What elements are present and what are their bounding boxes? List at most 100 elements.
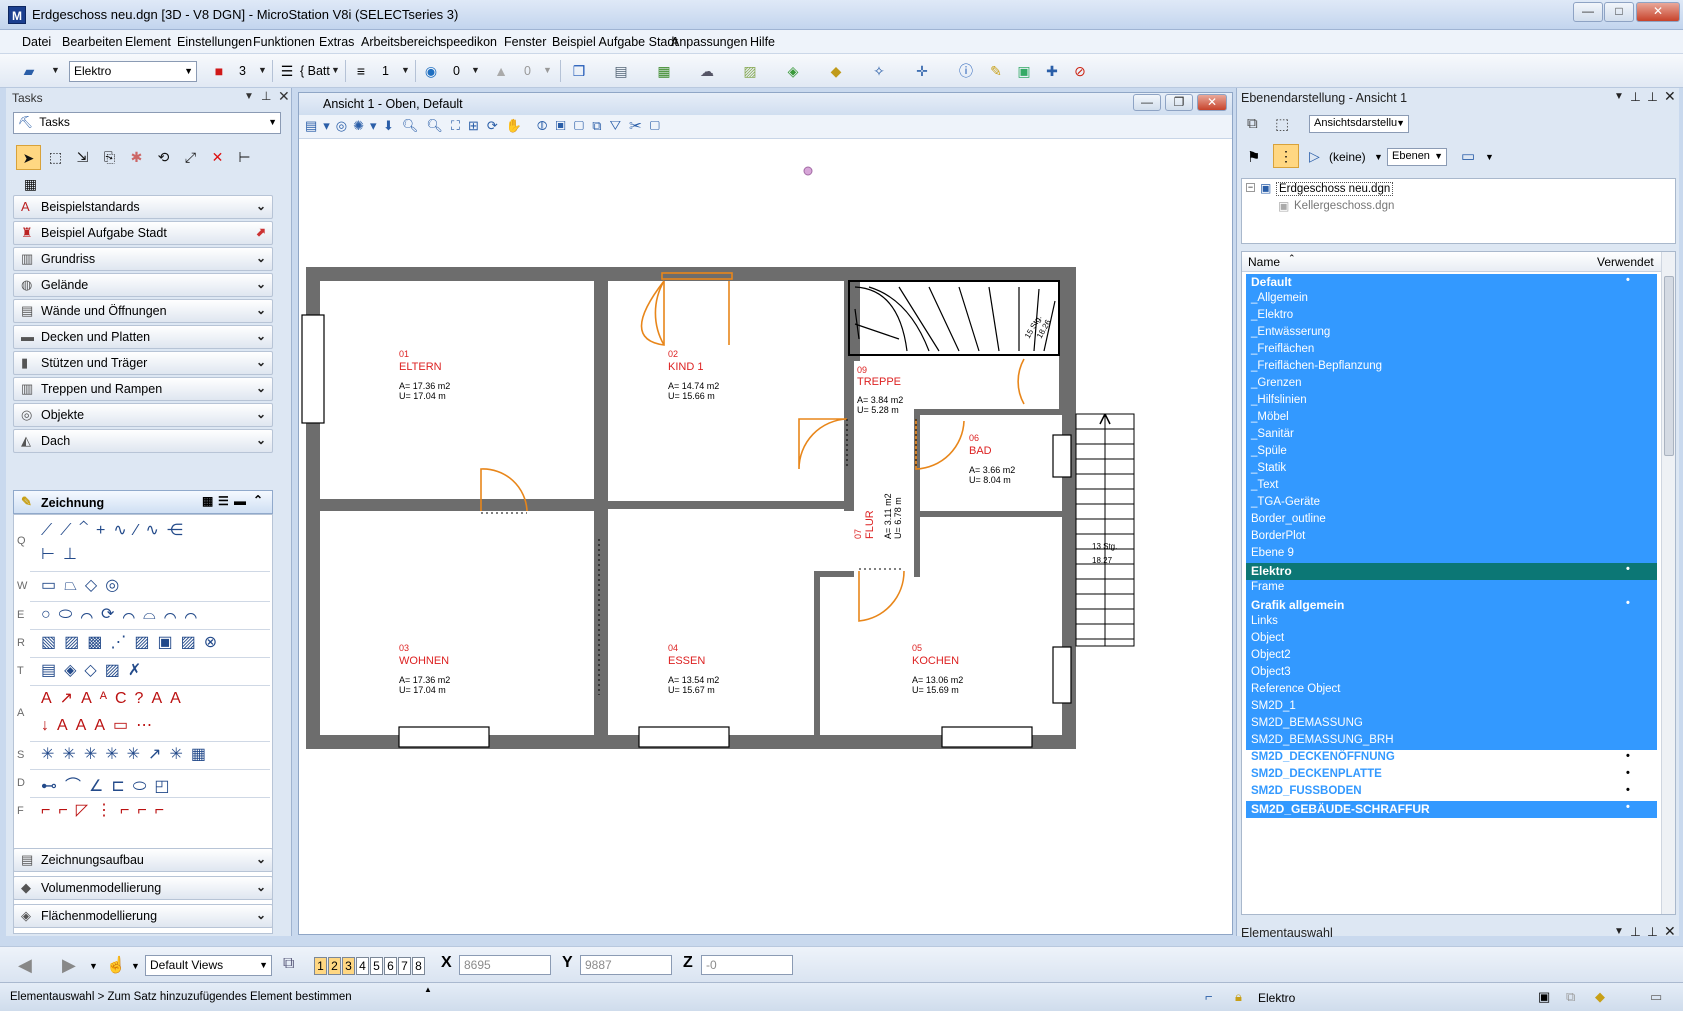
scale-tool[interactable]: ⤢ [178, 145, 203, 170]
views-icon[interactable]: ⧉ [1247, 115, 1258, 132]
group-tool[interactable]: ▦ [18, 172, 43, 197]
level-display-icon[interactable]: ◈ [782, 60, 804, 82]
category-stuetzen-und-traeger[interactable]: ▮ Stützen und Träger ⌄ [13, 351, 273, 375]
view-maximize-button[interactable]: ❐ [1165, 94, 1193, 111]
view-number-button[interactable]: 5 [370, 957, 383, 975]
levels-button[interactable]: Ebenen ▼ [1387, 148, 1447, 166]
measure-tool[interactable]: ⊢ [232, 145, 257, 170]
dimension-tools-icons[interactable]: ⊢⊥ [41, 544, 85, 564]
microstation-app-icon[interactable]: M [8, 6, 26, 24]
move-tool[interactable]: ⇲ [70, 145, 95, 170]
level-row[interactable]: Grafik allgemein • [1246, 597, 1657, 614]
list-view-icon[interactable]: ☰ [218, 494, 229, 508]
view-number-button[interactable]: 2 [328, 957, 341, 975]
levels-status-icon[interactable]: ◆ [1595, 989, 1605, 1005]
save-icon[interactable]: ▣ [1538, 989, 1550, 1005]
menu-fenster[interactable]: Fenster [504, 35, 546, 49]
chevron-down-icon[interactable]: ▼ [1614, 926, 1624, 937]
category-zeichnungsaufbau[interactable]: ▤ Zeichnungsaufbau ⌄ [13, 848, 273, 872]
tasks-combo[interactable]: ⛏ Tasks ▼ [13, 112, 281, 134]
level-row[interactable]: Object3 [1246, 665, 1657, 682]
view-navigation-icons[interactable]: ⬇🔍︎🔍︎⛶⊞⟳✋ [383, 118, 530, 134]
chevron-down-icon[interactable]: ▼ [51, 65, 60, 75]
tree-view-icon[interactable]: ⋮ [1273, 144, 1299, 168]
minimize-button[interactable]: — [1573, 2, 1603, 22]
tree-item-kellergeschoss[interactable]: Kellergeschoss.dgn [1294, 200, 1394, 212]
category-grundriss[interactable]: ▥ Grundriss ⌄ [13, 247, 273, 271]
chevron-down-icon[interactable]: ▼ [131, 961, 140, 971]
find-icon[interactable]: ✎ [985, 60, 1007, 82]
line-tools-icons[interactable]: ⟋⟋⌃+∿∕∿⋲ [41, 520, 191, 540]
category-gelaende[interactable]: ◍ Gelände ⌄ [13, 273, 273, 297]
chevron-down-icon[interactable]: ▼ [543, 65, 552, 75]
text-edit-tools-icons[interactable]: ↓AAA▭⋯ [41, 715, 160, 735]
menu-einstellungen[interactable]: Einstellungen [177, 35, 252, 49]
view-number-button[interactable]: 1 [314, 957, 327, 975]
level-row[interactable]: _Sanitär [1246, 427, 1657, 444]
line-weight-icon[interactable]: ≡ [350, 60, 372, 82]
chevron-up-icon[interactable]: ⌃ [253, 493, 263, 507]
level-row[interactable]: _Statik [1246, 461, 1657, 478]
flag-icon[interactable]: ⚑ [1247, 148, 1260, 166]
line-style-icon[interactable]: ☰ [276, 60, 298, 82]
close-button[interactable]: ✕ [1636, 2, 1680, 22]
snap-icon[interactable]: ✧ [868, 60, 890, 82]
pointer-icon[interactable]: ☝ [106, 955, 126, 975]
level-row[interactable]: Ebene 9 [1246, 546, 1657, 563]
menu-funktionen[interactable]: Funktionen [253, 35, 315, 49]
rotate-tool[interactable]: ⟲ [151, 145, 176, 170]
level-list-scrollbar[interactable] [1661, 252, 1675, 914]
level-row[interactable]: SM2D_DECKENPLATTE • [1246, 767, 1657, 784]
menu-anpassungen[interactable]: Anpassungen [671, 35, 747, 49]
references-icon[interactable]: ▦ [653, 60, 675, 82]
level-row[interactable]: Object [1246, 631, 1657, 648]
view-extra-icons[interactable]: ⦷▣▢⧉▽✂▢ [537, 118, 668, 134]
paint-tool[interactable]: ✱ [124, 145, 149, 170]
category-dach[interactable]: ◭ Dach ⌄ [13, 429, 273, 453]
close-icon[interactable]: ✕ [1664, 88, 1676, 105]
window-icon[interactable]: ▣ [1013, 60, 1035, 82]
level-row[interactable]: _Spüle [1246, 444, 1657, 461]
view-number-button[interactable]: 3 [342, 957, 355, 975]
x-coordinate-field[interactable]: 8695 [459, 955, 551, 975]
message-center-icon[interactable]: ▭ [1650, 989, 1662, 1005]
chevron-down-icon[interactable]: ▼ [401, 65, 410, 75]
layers-icon[interactable]: ◆ [825, 60, 847, 82]
scrollbar-thumb[interactable] [1664, 276, 1674, 456]
detail-view-icon[interactable]: ▬ [234, 494, 246, 508]
view-minimize-button[interactable]: — [1133, 94, 1161, 111]
z-coordinate-field[interactable]: -0 [701, 955, 793, 975]
element-selection-tool[interactable]: ➤ [16, 145, 41, 170]
pin-icon[interactable]: ⊥ [261, 89, 271, 103]
level-row[interactable]: Frame [1246, 580, 1657, 597]
chevron-down-icon[interactable]: ▼ [1485, 152, 1494, 162]
close-icon[interactable]: ✕ [1664, 923, 1676, 940]
level-row[interactable]: SM2D_1 [1246, 699, 1657, 716]
level-row[interactable]: SM2D_FUSSBODEN • [1246, 784, 1657, 801]
clear-icon[interactable]: ⊘ [1069, 60, 1091, 82]
column-name-header[interactable]: Name [1248, 255, 1280, 269]
chevron-down-icon[interactable]: ▼ [258, 65, 267, 75]
level-row[interactable]: _Freiflächen [1246, 342, 1657, 359]
menu-hilfe[interactable]: Hilfe [750, 35, 775, 49]
level-row[interactable]: _Freiflächen-Bepflanzung [1246, 359, 1657, 376]
y-coordinate-field[interactable]: 9887 [580, 955, 672, 975]
lock-icon[interactable]: 🔒︎ [1235, 989, 1242, 1005]
menu-element[interactable]: Element [125, 35, 171, 49]
collapse-icon[interactable]: − [1246, 183, 1255, 192]
level-row[interactable]: SM2D_GEBÄUDE-SCHRAFFUR • [1246, 801, 1657, 818]
level-row[interactable]: _Elektro [1246, 308, 1657, 325]
delete-tool[interactable]: ✕ [205, 145, 230, 170]
category-beispiel-aufgabe-stadt[interactable]: ♜ Beispiel Aufgabe Stadt ⬈ [13, 221, 273, 245]
raster-icon[interactable]: ☁ [696, 60, 718, 82]
view-number-button[interactable]: 4 [356, 957, 369, 975]
menu-speedikon[interactable]: speedikon [440, 35, 497, 49]
view-close-button[interactable]: ✕ [1197, 94, 1227, 111]
saved-views-combo[interactable]: Default Views ▼ [145, 955, 272, 976]
info-icon[interactable]: ⓘ [955, 60, 977, 82]
pin-icon[interactable]: ⊥ [1647, 89, 1658, 104]
menu-extras[interactable]: Extras [319, 35, 354, 49]
copy-tool[interactable]: ⎘ [97, 145, 122, 170]
level-row[interactable]: SM2D_BEMASSUNG [1246, 716, 1657, 733]
level-row[interactable]: Default • [1246, 274, 1657, 291]
